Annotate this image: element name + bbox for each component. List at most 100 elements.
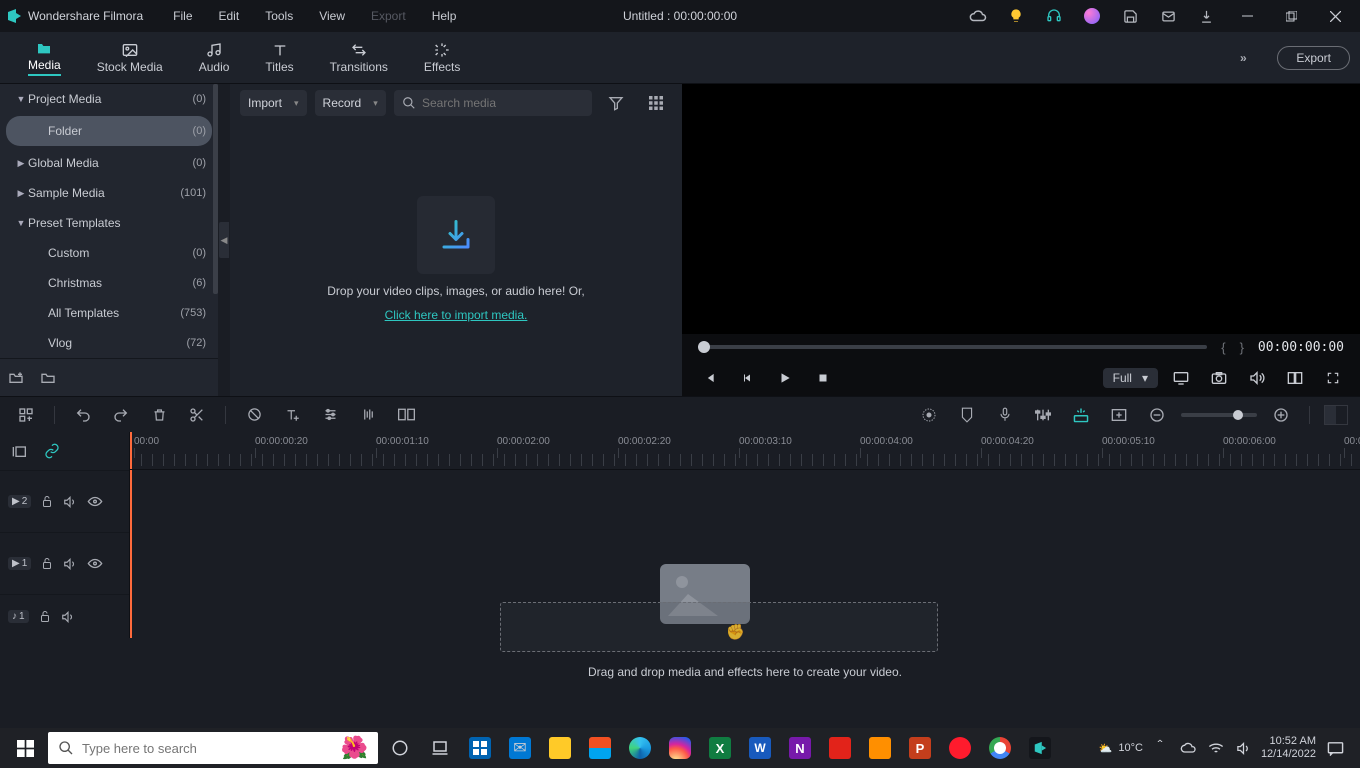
- lock-icon[interactable]: [41, 557, 53, 570]
- sidebar-item-global-media[interactable]: ▶Global Media(0): [0, 148, 218, 178]
- mark-out-icon[interactable]: }: [1240, 340, 1244, 355]
- voice-record-icon[interactable]: [991, 401, 1019, 429]
- more-tabs-icon[interactable]: »: [1227, 43, 1259, 73]
- tray-wifi-icon[interactable]: [1205, 732, 1227, 764]
- taskbar-word[interactable]: W: [742, 732, 778, 764]
- sidebar-item-christmas[interactable]: Christmas(6): [0, 268, 218, 298]
- undo-button[interactable]: [69, 401, 97, 429]
- visibility-icon[interactable]: [87, 496, 103, 507]
- grid-view-icon[interactable]: [640, 88, 672, 118]
- redo-button[interactable]: [107, 401, 135, 429]
- tab-media[interactable]: Media: [10, 36, 79, 80]
- window-minimize-button[interactable]: [1228, 1, 1266, 31]
- taskbar-excel[interactable]: X: [702, 732, 738, 764]
- tray-onedrive-icon[interactable]: [1177, 732, 1199, 764]
- mixer-icon[interactable]: [1029, 401, 1057, 429]
- taskbar-store[interactable]: [582, 732, 618, 764]
- sidebar-item-folder[interactable]: Folder(0): [6, 116, 212, 146]
- visibility-icon[interactable]: [87, 558, 103, 569]
- tray-chevron-up-icon[interactable]: ＾: [1149, 732, 1171, 764]
- taskbar-edge[interactable]: [622, 732, 658, 764]
- action-center-icon[interactable]: [1322, 732, 1348, 764]
- snapshot-icon[interactable]: [1204, 364, 1234, 392]
- mark-in-icon[interactable]: {: [1221, 340, 1225, 355]
- adjust-icon[interactable]: [316, 401, 344, 429]
- sidebar-item-vlog[interactable]: Vlog(72): [0, 328, 218, 358]
- import-tile-icon[interactable]: [417, 196, 495, 274]
- sidebar-item-sample-media[interactable]: ▶Sample Media(101): [0, 178, 218, 208]
- start-button[interactable]: [6, 732, 44, 764]
- display-icon[interactable]: [1166, 364, 1196, 392]
- save-icon[interactable]: [1114, 1, 1146, 31]
- stop-button[interactable]: [808, 364, 838, 392]
- taskbar-search[interactable]: 🌺: [48, 732, 378, 764]
- weather-temp[interactable]: 10°C: [1118, 742, 1143, 754]
- playhead[interactable]: [130, 432, 132, 469]
- timeline-ruler[interactable]: 00:0000:00:00:2000:00:01:1000:00:02:0000…: [130, 432, 1360, 470]
- add-track-icon[interactable]: [12, 401, 40, 429]
- lock-icon[interactable]: [39, 610, 51, 623]
- split-button[interactable]: [183, 401, 211, 429]
- sidebar-item-project-media[interactable]: ▼Project Media(0): [0, 84, 218, 114]
- fullscreen-icon[interactable]: [1318, 364, 1348, 392]
- speed-icon[interactable]: [354, 401, 382, 429]
- sidebar-item-all-templates[interactable]: All Templates(753): [0, 298, 218, 328]
- sidebar-item-custom[interactable]: Custom(0): [0, 238, 218, 268]
- preview-canvas[interactable]: [682, 84, 1360, 334]
- link-icon[interactable]: [44, 443, 60, 459]
- drop-target-outline[interactable]: [500, 602, 938, 652]
- record-dropdown[interactable]: Record▾: [315, 90, 386, 116]
- menu-edit[interactable]: Edit: [209, 5, 250, 27]
- sidebar-item-preset-templates[interactable]: ▼Preset Templates: [0, 208, 218, 238]
- media-dropzone[interactable]: Drop your video clips, images, or audio …: [230, 122, 682, 396]
- tab-titles[interactable]: Titles: [247, 38, 311, 78]
- tracks-area[interactable]: ✊ Drag and drop media and effects here t…: [130, 470, 1360, 638]
- task-view-icon[interactable]: [382, 732, 418, 764]
- step-back-button[interactable]: [732, 364, 762, 392]
- tray-volume-icon[interactable]: [1233, 732, 1255, 764]
- tab-stock-media[interactable]: Stock Media: [79, 38, 181, 78]
- new-folder-icon[interactable]: [8, 369, 24, 385]
- import-media-link[interactable]: Click here to import media.: [385, 308, 528, 322]
- taskbar-explorer[interactable]: [542, 732, 578, 764]
- taskbar-timeline-icon[interactable]: [422, 732, 458, 764]
- track-header-video-2[interactable]: ▶2: [0, 470, 129, 532]
- delete-button[interactable]: [145, 401, 173, 429]
- taskbar-mail[interactable]: ✉: [502, 732, 538, 764]
- zoom-in-button[interactable]: [1267, 401, 1295, 429]
- add-marker-icon[interactable]: [1105, 401, 1133, 429]
- profile-orb-icon[interactable]: [1076, 1, 1108, 31]
- headset-icon[interactable]: [1038, 1, 1070, 31]
- timeline-view-toggle[interactable]: [1324, 405, 1348, 425]
- window-close-button[interactable]: [1316, 1, 1354, 31]
- export-button[interactable]: Export: [1277, 46, 1350, 70]
- filter-icon[interactable]: [600, 88, 632, 118]
- taskbar-filmora[interactable]: [1022, 732, 1058, 764]
- text-add-icon[interactable]: [278, 401, 306, 429]
- weather-icon[interactable]: ⛅: [1099, 742, 1113, 755]
- playhead-line[interactable]: [130, 470, 132, 638]
- taskbar-app[interactable]: [462, 732, 498, 764]
- mute-icon[interactable]: [63, 558, 77, 570]
- mute-icon[interactable]: [63, 496, 77, 508]
- menu-help[interactable]: Help: [422, 5, 467, 27]
- play-button[interactable]: [770, 364, 800, 392]
- tab-effects[interactable]: Effects: [406, 38, 478, 78]
- mute-icon[interactable]: [61, 611, 75, 623]
- seek-thumb[interactable]: [698, 341, 710, 353]
- sidebar-scrollbar[interactable]: [213, 84, 218, 294]
- lightbulb-icon[interactable]: [1000, 1, 1032, 31]
- collapse-arrow-icon[interactable]: ◀: [219, 222, 229, 258]
- track-header-video-1[interactable]: ▶1: [0, 532, 129, 594]
- menu-tools[interactable]: Tools: [255, 5, 303, 27]
- menu-view[interactable]: View: [309, 5, 355, 27]
- crop-icon[interactable]: [240, 401, 268, 429]
- track-header-audio-1[interactable]: ♪1: [0, 594, 129, 638]
- preview-seekbar[interactable]: [698, 345, 1207, 349]
- taskbar-onenote[interactable]: N: [782, 732, 818, 764]
- mail-icon[interactable]: [1152, 1, 1184, 31]
- folder-open-icon[interactable]: [40, 369, 56, 385]
- cloud-icon[interactable]: [962, 1, 994, 31]
- tab-audio[interactable]: Audio: [181, 38, 248, 78]
- taskbar-opera[interactable]: [942, 732, 978, 764]
